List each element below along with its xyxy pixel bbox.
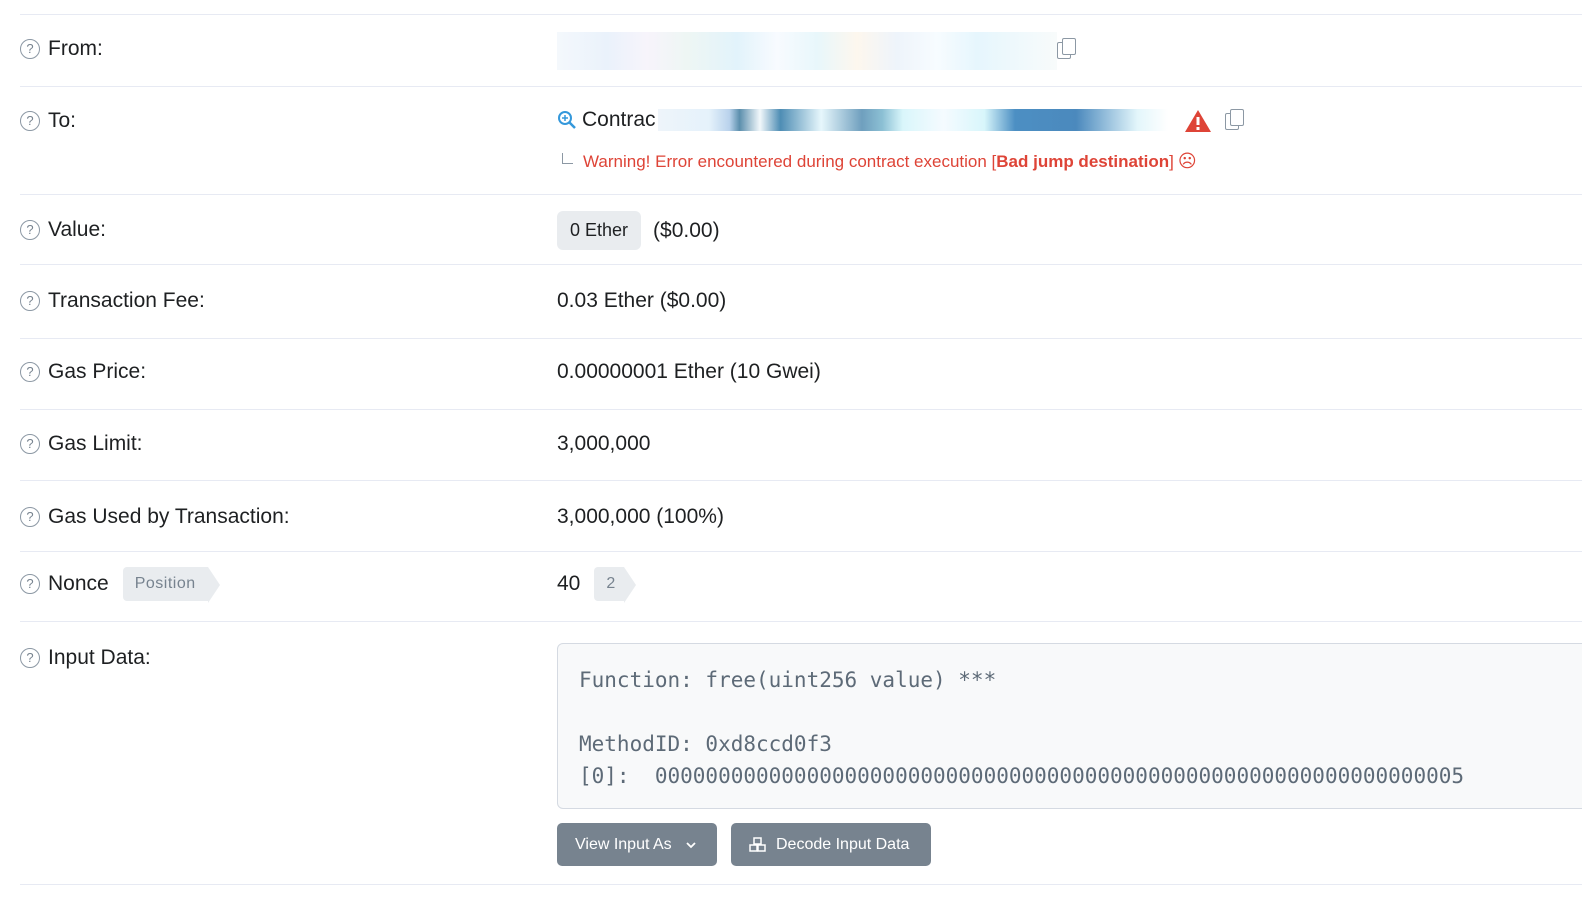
value-field: 0 Ether ($0.00)	[557, 211, 720, 250]
to-label: To:	[48, 109, 77, 132]
help-icon[interactable]: ?	[20, 362, 40, 382]
gas-limit-label-row: ? Gas Limit:	[20, 432, 143, 456]
nonce-label: Nonce	[48, 572, 109, 595]
warning-icon	[1185, 110, 1211, 132]
input-line-param0: [0]: 00000000000000000000000000000000000…	[579, 764, 1465, 788]
help-icon[interactable]: ?	[20, 648, 40, 668]
redacted-address	[557, 32, 1057, 70]
gas-used-value: 3,000,000 (100%)	[557, 505, 724, 528]
help-icon[interactable]: ?	[20, 507, 40, 527]
view-input-as-button[interactable]: View Input As	[557, 823, 717, 866]
help-icon[interactable]: ?	[20, 574, 40, 594]
position-tag: Position	[122, 567, 220, 603]
nonce-number: 40	[557, 572, 581, 595]
divider	[20, 338, 1582, 339]
error-warning: Warning! Error encountered during contra…	[562, 151, 1197, 172]
gas-price-label-row: ? Gas Price:	[20, 360, 146, 384]
position-number-tag: 2	[594, 567, 637, 603]
divider	[20, 884, 1582, 885]
sad-face-icon: ☹	[1177, 151, 1197, 172]
help-icon[interactable]: ?	[20, 291, 40, 311]
decode-input-data-label: Decode Input Data	[776, 835, 910, 853]
input-label: Input Data:	[48, 646, 151, 669]
gas-used-label: Gas Used by Transaction:	[48, 505, 290, 528]
divider	[20, 194, 1582, 195]
input-label-row: ? Input Data:	[20, 646, 151, 670]
gas-price-label: Gas Price:	[48, 360, 147, 383]
fee-label-row: ? Transaction Fee:	[20, 289, 205, 313]
divider	[20, 14, 1582, 15]
redacted-contract-address	[657, 109, 1168, 131]
value-badge: 0 Ether	[557, 211, 642, 250]
copy-icon[interactable]	[1057, 38, 1076, 60]
divider	[20, 86, 1582, 87]
help-icon[interactable]: ?	[20, 111, 40, 131]
divider	[20, 264, 1582, 265]
nonce-label-row: ? Nonce Position	[20, 567, 220, 603]
from-label: From:	[48, 37, 103, 60]
gas-price-value: 0.00000001 Ether (10 Gwei)	[557, 360, 821, 383]
divider	[20, 409, 1582, 410]
input-data-box[interactable]: Function: free(uint256 value) *** MethodI…	[557, 643, 1582, 809]
divider	[20, 551, 1582, 552]
fee-label: Transaction Fee:	[48, 289, 205, 312]
gas-used-label-row: ? Gas Used by Transaction:	[20, 505, 290, 529]
cubes-icon	[749, 836, 766, 852]
nonce-value: 40 2	[557, 567, 637, 603]
chevron-down-icon	[686, 841, 696, 848]
value-label: Value:	[48, 218, 106, 241]
help-icon[interactable]: ?	[20, 220, 40, 240]
branch-connector	[562, 153, 573, 164]
gas-limit-label: Gas Limit:	[48, 432, 143, 455]
warning-error-name: Bad jump destination	[996, 151, 1170, 171]
from-address[interactable]	[557, 32, 1057, 70]
to-contract[interactable]: Contrac	[557, 108, 1168, 132]
to-label-row: ? To:	[20, 109, 76, 133]
gas-limit-value: 3,000,000	[557, 432, 651, 455]
value-usd: ($0.00)	[653, 218, 720, 242]
decode-input-data-button[interactable]: Decode Input Data	[731, 823, 931, 866]
fee-value: 0.03 Ether ($0.00)	[557, 289, 727, 312]
warning-prefix: Warning! Error encountered during contra…	[583, 151, 997, 171]
divider	[20, 621, 1582, 622]
input-line-function: Function: free(uint256 value) ***	[579, 668, 997, 692]
help-icon[interactable]: ?	[20, 39, 40, 59]
from-label-row: ? From:	[20, 37, 103, 61]
input-line-methodid: MethodID: 0xd8ccd0f3	[579, 732, 832, 756]
search-icon	[558, 111, 576, 129]
divider	[20, 480, 1582, 481]
help-icon[interactable]: ?	[20, 434, 40, 454]
contract-prefix[interactable]: Contrac	[582, 108, 656, 132]
view-input-as-label: View Input As	[575, 835, 672, 853]
warning-suffix: ]	[1169, 151, 1174, 171]
copy-icon[interactable]	[1225, 109, 1244, 131]
value-label-row: ? Value:	[20, 218, 106, 242]
input-line-blank	[579, 696, 1575, 728]
